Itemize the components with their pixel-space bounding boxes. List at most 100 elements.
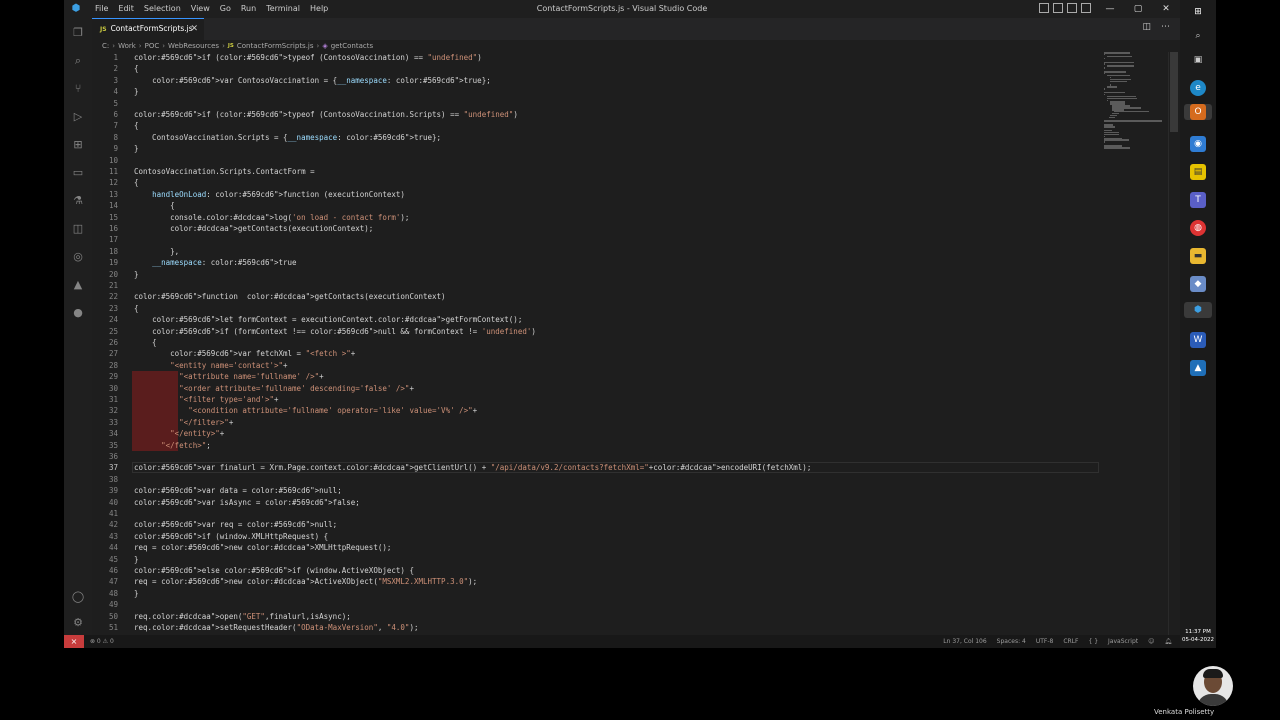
code-line[interactable]: 4}: [92, 86, 1102, 97]
code-line[interactable]: 50 req.color:#dcdcaa">open("GET",finalurl…: [92, 611, 1102, 622]
code-line[interactable]: 18 },: [92, 246, 1102, 257]
minimize-button[interactable]: —: [1096, 0, 1124, 18]
code-line[interactable]: 48}: [92, 588, 1102, 599]
chrome-icon[interactable]: ◍: [1190, 220, 1206, 236]
word-icon[interactable]: W: [1190, 332, 1206, 348]
code-line[interactable]: 41: [92, 508, 1102, 519]
toggle-sidebar-icon[interactable]: [1039, 3, 1049, 13]
search-icon[interactable]: ⌕: [71, 54, 85, 68]
code-line[interactable]: 43 color:#569cd6">if (window.XMLHttpReque…: [92, 531, 1102, 542]
notifications-bell-icon[interactable]: 🔔︎: [1164, 635, 1172, 648]
customize-layout-icon[interactable]: [1081, 3, 1091, 13]
code-line[interactable]: 17: [92, 234, 1102, 245]
code-line[interactable]: 39 color:#569cd6">var data = color:#569cd…: [92, 485, 1102, 496]
tab-contactformscripts[interactable]: JS ContactFormScripts.js ✕: [92, 18, 204, 40]
breadcrumb-file[interactable]: ContactFormScripts.js: [237, 40, 314, 52]
encoding[interactable]: UTF-8: [1036, 635, 1054, 648]
toggle-secondary-sidebar-icon[interactable]: [1067, 3, 1077, 13]
menu-selection[interactable]: Selection: [139, 0, 186, 18]
code-line[interactable]: 14 {: [92, 200, 1102, 211]
split-editor-icon[interactable]: ◫: [1142, 22, 1151, 32]
code-line[interactable]: 15 console.color:#dcdcaa">log('on load -…: [92, 212, 1102, 223]
more-actions-icon[interactable]: ⋯: [1161, 22, 1170, 32]
photos-icon[interactable]: ▲: [1190, 360, 1206, 376]
source-control-icon[interactable]: ⑂: [71, 82, 85, 96]
vscode-taskbar-icon[interactable]: ⬢: [1184, 302, 1212, 318]
code-line[interactable]: 26 {: [92, 337, 1102, 348]
code-line[interactable]: 22 color:#569cd6">function color:#dcdcaa"…: [92, 291, 1102, 302]
docker-icon[interactable]: ◫: [71, 222, 85, 236]
code-line[interactable]: 34 "</entity>"+: [92, 428, 1102, 440]
code-line[interactable]: 10: [92, 155, 1102, 166]
code-line[interactable]: 28 "<entity name='contact'>"+: [92, 360, 1102, 371]
code-line[interactable]: 45}: [92, 554, 1102, 565]
code-line[interactable]: 49: [92, 599, 1102, 610]
close-tab-icon[interactable]: ✕: [190, 19, 198, 39]
code-line[interactable]: 44 req = color:#569cd6">new color:#dcdcaa…: [92, 542, 1102, 553]
code-line[interactable]: 36: [92, 451, 1102, 462]
breadcrumb-symbol[interactable]: getContacts: [331, 40, 373, 52]
menu-help[interactable]: Help: [305, 0, 333, 18]
code-line[interactable]: 23 {: [92, 303, 1102, 314]
code-line[interactable]: 38: [92, 474, 1102, 485]
menu-go[interactable]: Go: [215, 0, 236, 18]
breadcrumb-webresources[interactable]: WebResources: [168, 40, 219, 52]
code-line[interactable]: 5: [92, 98, 1102, 109]
indentation[interactable]: Spaces: 4: [997, 635, 1026, 648]
accounts-icon[interactable]: ◯: [71, 590, 85, 604]
cursor-position[interactable]: Ln 37, Col 106: [943, 635, 986, 648]
code-line[interactable]: 6 color:#569cd6">if (color:#569cd6">typeo…: [92, 109, 1102, 120]
remote-explorer-icon[interactable]: ▭: [71, 166, 85, 180]
menu-terminal[interactable]: Terminal: [261, 0, 305, 18]
code-line[interactable]: 32 "<condition attribute='fullname' oper…: [92, 405, 1102, 417]
code-editor[interactable]: 1 color:#569cd6">if (color:#569cd6">typeo…: [92, 52, 1180, 635]
code-line[interactable]: 21: [92, 280, 1102, 291]
menu-edit[interactable]: Edit: [113, 0, 139, 18]
code-line[interactable]: 8 ContosoVaccination.Scripts = {__namesp…: [92, 132, 1102, 143]
menu-file[interactable]: File: [90, 0, 113, 18]
code-line[interactable]: 37 color:#569cd6">var finalurl = Xrm.Page…: [92, 462, 1102, 474]
code-line[interactable]: 35 "</fetch>";: [92, 439, 1102, 451]
scrollbar-thumb[interactable]: [1170, 52, 1178, 132]
code-line[interactable]: 40 color:#569cd6">var isAsync = color:#56…: [92, 497, 1102, 508]
teams-icon[interactable]: T: [1190, 192, 1206, 208]
outlook-icon[interactable]: O: [1184, 104, 1212, 120]
close-window-button[interactable]: ✕: [1152, 0, 1180, 18]
menu-run[interactable]: Run: [236, 0, 261, 18]
code-line[interactable]: 51 req.color:#dcdcaa">setRequestHeader("O…: [92, 622, 1102, 633]
sql-tool-icon[interactable]: ◆: [1190, 276, 1206, 292]
github-icon[interactable]: ●: [71, 306, 85, 320]
run-debug-icon[interactable]: ▷: [71, 110, 85, 124]
manage-gear-icon[interactable]: ⚙: [71, 616, 85, 630]
breadcrumb-poc[interactable]: POC: [145, 40, 160, 52]
code-line[interactable]: 20}: [92, 269, 1102, 280]
breadcrumb-drive[interactable]: C:: [102, 40, 109, 52]
code-line[interactable]: 9}: [92, 143, 1102, 154]
menu-view[interactable]: View: [186, 0, 215, 18]
code-line[interactable]: 31 "<filter type='and'>"+: [92, 394, 1102, 406]
problems-indicator[interactable]: ⊗ 0 ⚠ 0: [90, 635, 114, 648]
code-line[interactable]: 19 __namespace: color:#569cd6">true: [92, 257, 1102, 268]
language-braces[interactable]: { }: [1088, 635, 1098, 648]
breadcrumb-work[interactable]: Work: [118, 40, 136, 52]
code-line[interactable]: 27 color:#569cd6">var fetchXml = "<fetch…: [92, 348, 1102, 359]
code-line[interactable]: 13 handleOnLoad: color:#569cd6">function…: [92, 189, 1102, 200]
extensions-icon[interactable]: ⊞: [71, 138, 85, 152]
code-line[interactable]: 29 "<attribute name='fullname' />"+: [92, 371, 1102, 383]
people-app-icon[interactable]: ◉: [1190, 136, 1206, 152]
code-line[interactable]: 12 {: [92, 177, 1102, 188]
taskbar-search-icon[interactable]: ⌕: [1190, 28, 1206, 44]
edge-browser-icon[interactable]: e: [1190, 80, 1206, 96]
remote-indicator[interactable]: ⨯: [64, 635, 84, 648]
testing-icon[interactable]: ⚗: [71, 194, 85, 208]
code-line[interactable]: 7{: [92, 120, 1102, 131]
file-explorer-icon[interactable]: ▬: [1190, 248, 1206, 264]
task-view-icon[interactable]: ▣: [1190, 52, 1206, 68]
code-line[interactable]: 16 color:#dcdcaa">getContacts(executionC…: [92, 223, 1102, 234]
sticky-notes-icon[interactable]: ▤: [1190, 164, 1206, 180]
code-line[interactable]: 30 "<order attribute='fullname' descendi…: [92, 382, 1102, 394]
code-line[interactable]: 2{: [92, 63, 1102, 74]
live-share-icon[interactable]: ◎: [71, 250, 85, 264]
explorer-icon[interactable]: ❐: [71, 26, 85, 40]
code-line[interactable]: 25 color:#569cd6">if (formContext !== co…: [92, 326, 1102, 337]
